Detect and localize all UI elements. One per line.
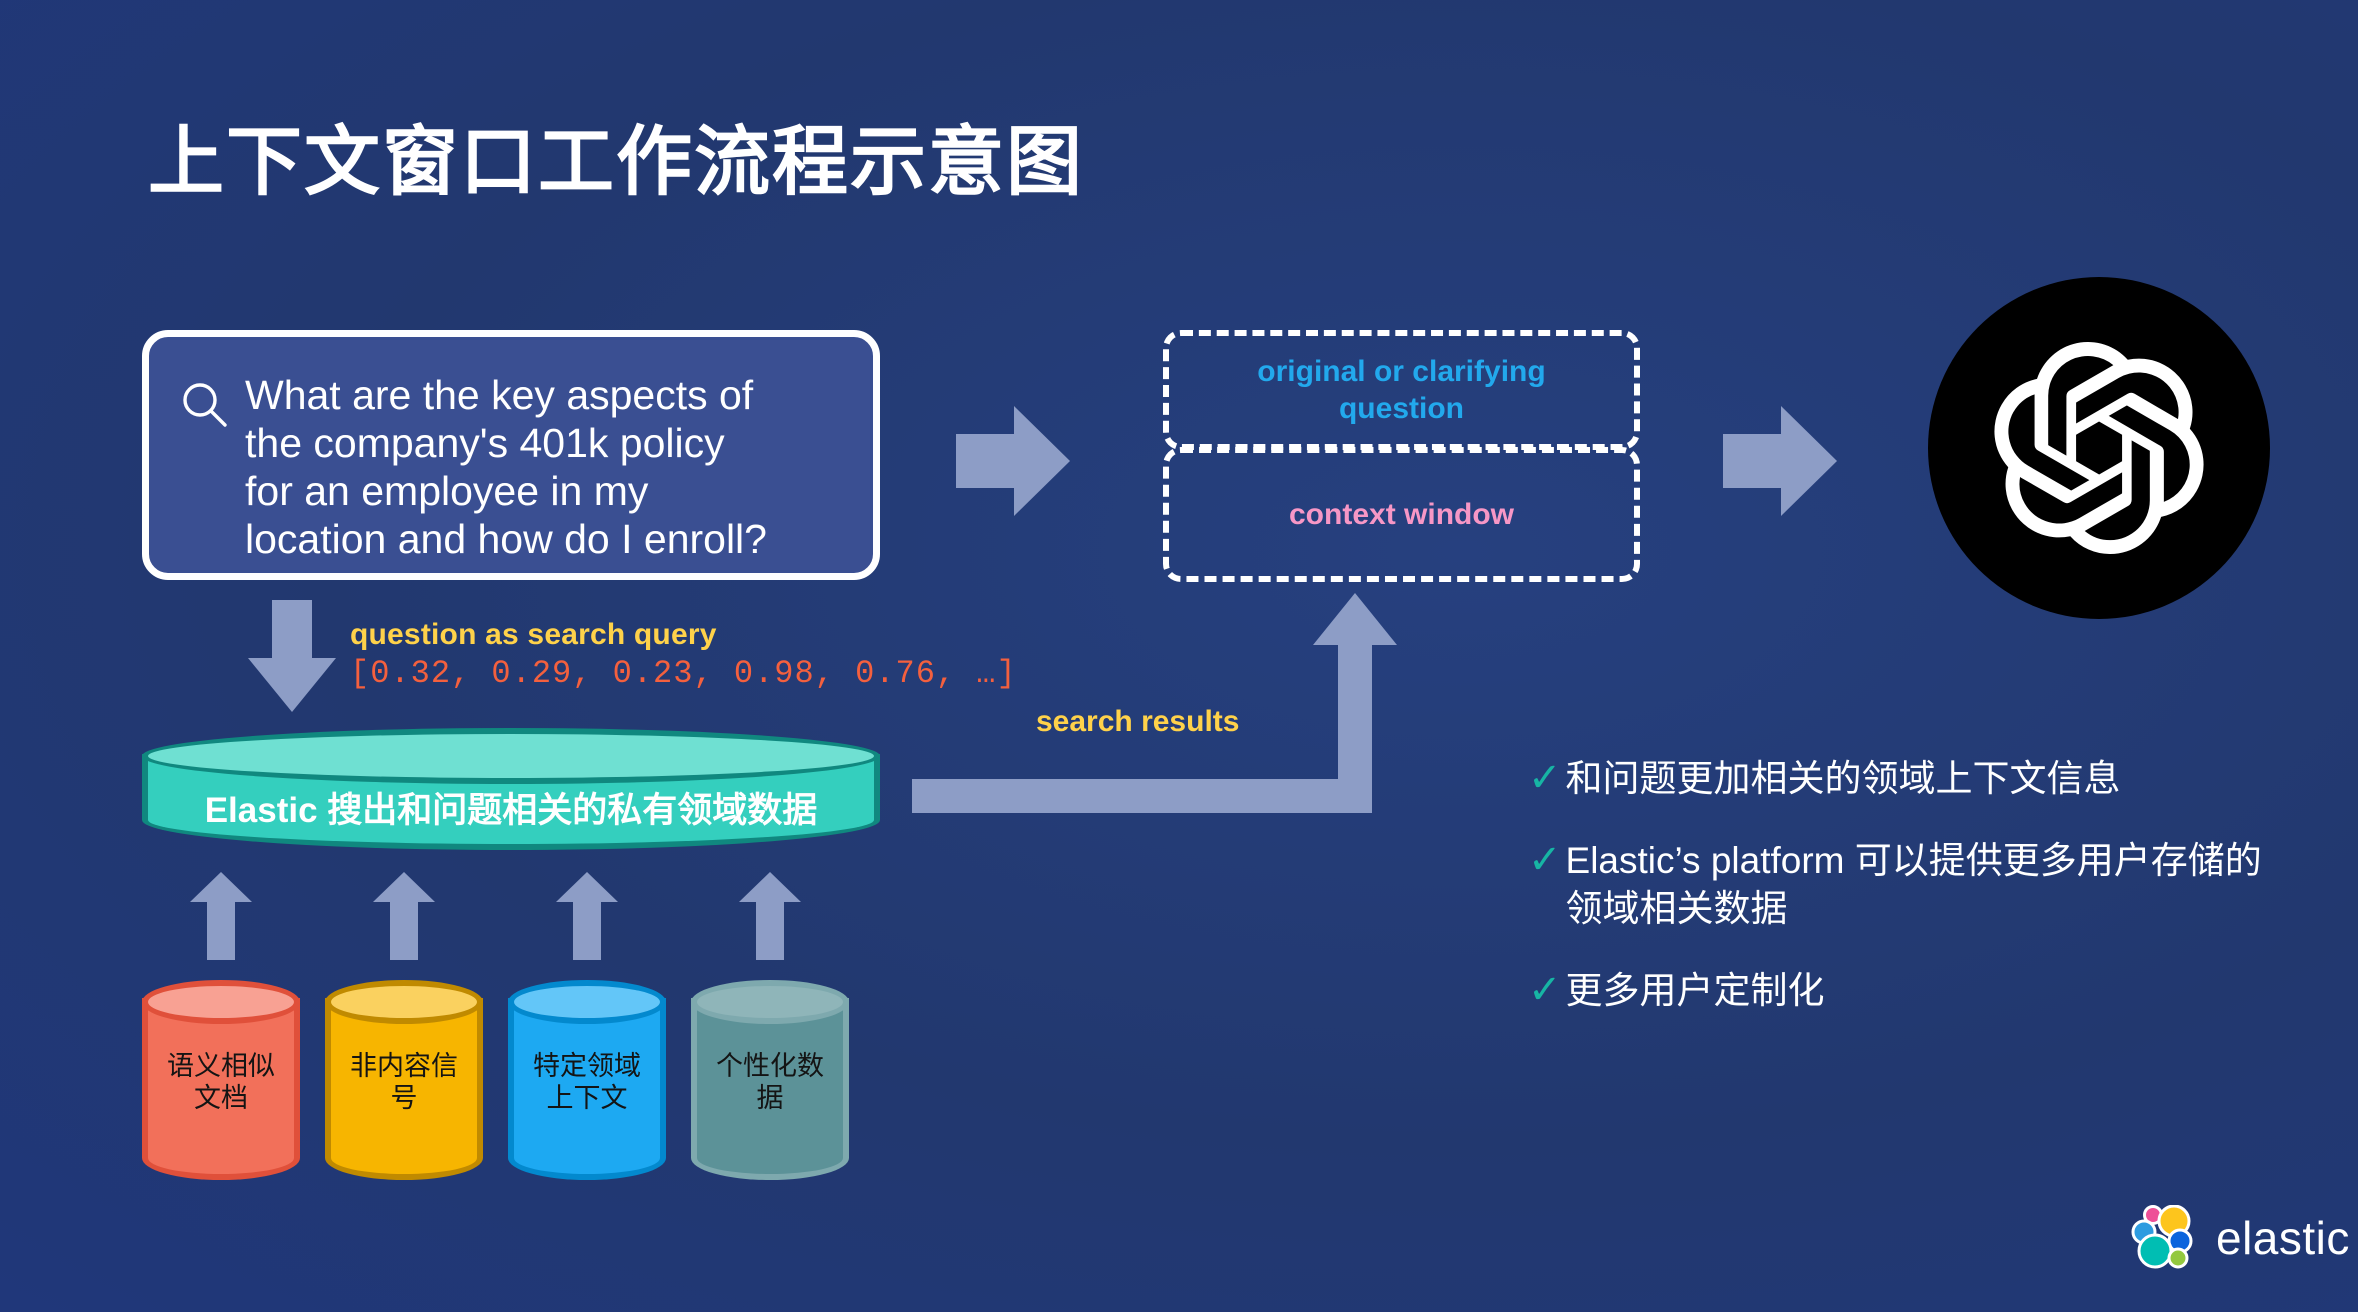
arrow-source-2-to-store-icon: [373, 872, 435, 960]
cylinder-top: [325, 980, 483, 1024]
cylinder-top: [142, 980, 300, 1024]
elastic-logo-icon: [2131, 1205, 2193, 1269]
cylinder-top: [508, 980, 666, 1024]
page-title: 上下文窗口工作流程示意图: [148, 120, 1084, 205]
benefit-text-2: Elastic’s platform 可以提供更多用户存储的领域相关数据: [1565, 840, 2262, 929]
brand-name: elastic: [2216, 1212, 2350, 1264]
source-label-1: 语义相似 文档: [167, 1051, 275, 1113]
benefit-item-2: ✓ Elastic’s platform 可以提供更多用户存储的领域相关数据: [1528, 837, 2288, 933]
original-or-clarifying-question-label: original or clarifying question: [1257, 355, 1546, 425]
benefit-item-3: ✓ 更多用户定制化: [1528, 967, 2288, 1015]
slide-canvas: 上下文窗口工作流程示意图 What are the key aspects of…: [0, 0, 2358, 1312]
check-icon: ✓: [1528, 838, 1562, 882]
arrow-context-to-llm-icon: [1723, 406, 1837, 516]
source-label-4: 个性化数 据: [716, 1051, 824, 1113]
elastic-datastore-label: Elastic 搜出和问题相关的私有领域数据: [204, 791, 818, 830]
source-cylinder-2: 非内容信 号: [325, 980, 483, 1180]
cylinder-top: [691, 980, 849, 1024]
search-results-label: search results: [1036, 705, 1240, 738]
query-vector-values: [0.32, 0.29, 0.23, 0.98, 0.76, …]: [350, 655, 1017, 692]
context-window-box: context window: [1163, 447, 1640, 582]
context-window-label: context window: [1289, 497, 1514, 531]
arrow-question-to-store-icon: [248, 600, 336, 712]
arrow-store-to-context-shaft: [912, 779, 1372, 813]
arrow-question-to-context-icon: [956, 406, 1070, 516]
question-search-box[interactable]: What are the key aspects of the company'…: [142, 330, 880, 580]
arrow-source-4-to-store-icon: [739, 872, 801, 960]
benefit-item-1: ✓ 和问题更加相关的领域上下文信息: [1528, 755, 2288, 803]
source-label-3: 特定领域 上下文: [533, 1051, 641, 1113]
source-cylinder-3: 特定领域 上下文: [508, 980, 666, 1180]
benefit-text-1: 和问题更加相关的领域上下文信息: [1565, 758, 2121, 799]
check-icon: ✓: [1528, 756, 1562, 800]
llm-openai-badge: [1928, 277, 2270, 619]
source-cylinder-4: 个性化数 据: [691, 980, 849, 1180]
elastic-datastore-cylinder: Elastic 搜出和问题相关的私有领域数据: [142, 728, 880, 850]
question-text: What are the key aspects of the company'…: [245, 372, 767, 562]
cylinder-top: [142, 728, 880, 784]
benefit-text-3: 更多用户定制化: [1565, 970, 1825, 1011]
openai-logo-icon: [1994, 342, 2204, 554]
arrow-source-3-to-store-icon: [556, 872, 618, 960]
question-as-search-query-label: question as search query: [350, 618, 717, 651]
search-icon: [179, 371, 245, 436]
arrow-source-1-to-store-icon: [190, 872, 252, 960]
source-label-2: 非内容信 号: [350, 1051, 458, 1113]
benefits-list: ✓ 和问题更加相关的领域上下文信息 ✓ Elastic’s platform 可…: [1528, 755, 2288, 1049]
source-cylinder-1: 语义相似 文档: [142, 980, 300, 1180]
arrow-store-to-context-head-icon: [1313, 593, 1397, 645]
elastic-brand-logo: elastic: [2130, 1205, 2350, 1271]
arrow-store-to-context-riser: [1338, 640, 1372, 800]
context-window-question-box: original or clarifying question: [1163, 330, 1640, 450]
check-icon: ✓: [1528, 968, 1562, 1012]
